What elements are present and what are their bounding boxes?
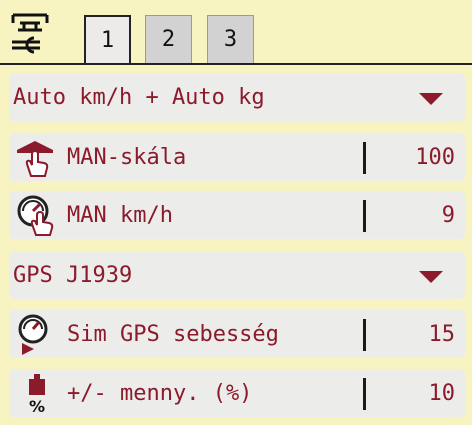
row-divider [363, 200, 366, 232]
row-divider [363, 378, 366, 410]
quantity-percent-label: +/- menny. (%) [67, 381, 253, 406]
man-scale-label: MAN-skála [67, 145, 187, 170]
chevron-down-icon [419, 93, 443, 105]
gps-source-label: GPS J1939 [13, 263, 133, 288]
tab-1[interactable]: 1 [84, 15, 131, 63]
tab-2[interactable]: 2 [145, 15, 192, 63]
sim-gps-speed-label: Sim GPS sebesség [67, 322, 279, 347]
settings-tools-icon[interactable] [10, 12, 50, 54]
tab-3[interactable]: 3 [207, 15, 254, 63]
header-bar: 1 2 3 [0, 0, 472, 65]
man-speed-icon [17, 195, 54, 236]
man-scale-value[interactable]: 100 [415, 133, 455, 181]
man-scale-row[interactable]: MAN-skála 100 [9, 133, 465, 181]
sim-gps-speed-row[interactable]: Sim GPS sebesség 15 [9, 310, 465, 358]
header-divider [0, 63, 472, 65]
man-speed-row[interactable]: MAN km/h 9 [9, 191, 465, 239]
speed-source-dropdown[interactable]: Auto km/h + Auto kg [9, 73, 465, 121]
svg-text:%: % [29, 397, 45, 414]
quantity-percent-value[interactable]: 10 [429, 369, 456, 417]
quantity-percent-icon: % [29, 374, 45, 414]
speed-source-label: Auto km/h + Auto kg [13, 85, 265, 110]
sim-gps-speed-icon [18, 314, 48, 355]
man-scale-icon [17, 141, 53, 177]
row-divider [363, 319, 366, 351]
sim-gps-speed-value[interactable]: 15 [429, 310, 456, 358]
man-speed-value[interactable]: 9 [442, 191, 455, 239]
chevron-down-icon [419, 271, 443, 283]
man-speed-label: MAN km/h [67, 203, 173, 228]
row-divider [363, 142, 366, 174]
quantity-percent-row[interactable]: % +/- menny. (%) 10 [9, 369, 465, 417]
gps-source-dropdown[interactable]: GPS J1939 [9, 251, 465, 299]
